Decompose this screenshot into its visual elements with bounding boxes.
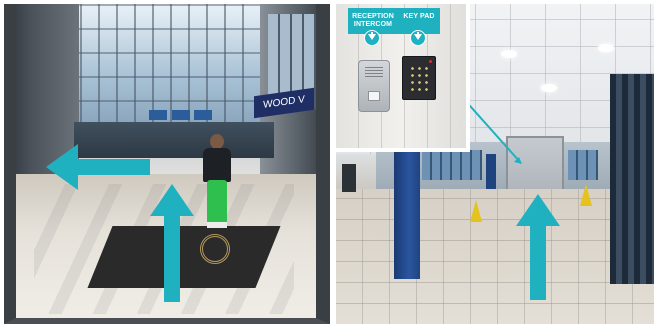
call-button xyxy=(368,91,380,101)
arrow-up-icon xyxy=(516,194,560,300)
ceiling-light xyxy=(541,84,557,92)
speaker-grille xyxy=(365,67,383,77)
intercom-keypad-inset: RECEPTION INTERCOM KEY PAD xyxy=(336,4,470,152)
arrow-left-icon xyxy=(46,144,150,190)
back-window xyxy=(568,150,598,180)
entrance-photo: WOOD V xyxy=(4,4,330,324)
arrow-down-circle-icon xyxy=(410,30,426,46)
waste-bin xyxy=(342,164,356,192)
ceiling-light xyxy=(501,50,517,58)
arrow-up-icon xyxy=(150,184,194,302)
right-partition xyxy=(610,74,654,284)
keypad-device xyxy=(402,56,436,100)
blue-pillar xyxy=(394,149,420,279)
keypad-keys xyxy=(409,65,431,95)
reception-intercom-device xyxy=(358,60,390,112)
foyer-floor xyxy=(336,189,654,324)
ceiling-light xyxy=(598,44,614,52)
arrow-down-circle-icon xyxy=(364,30,380,46)
status-led xyxy=(429,60,432,63)
